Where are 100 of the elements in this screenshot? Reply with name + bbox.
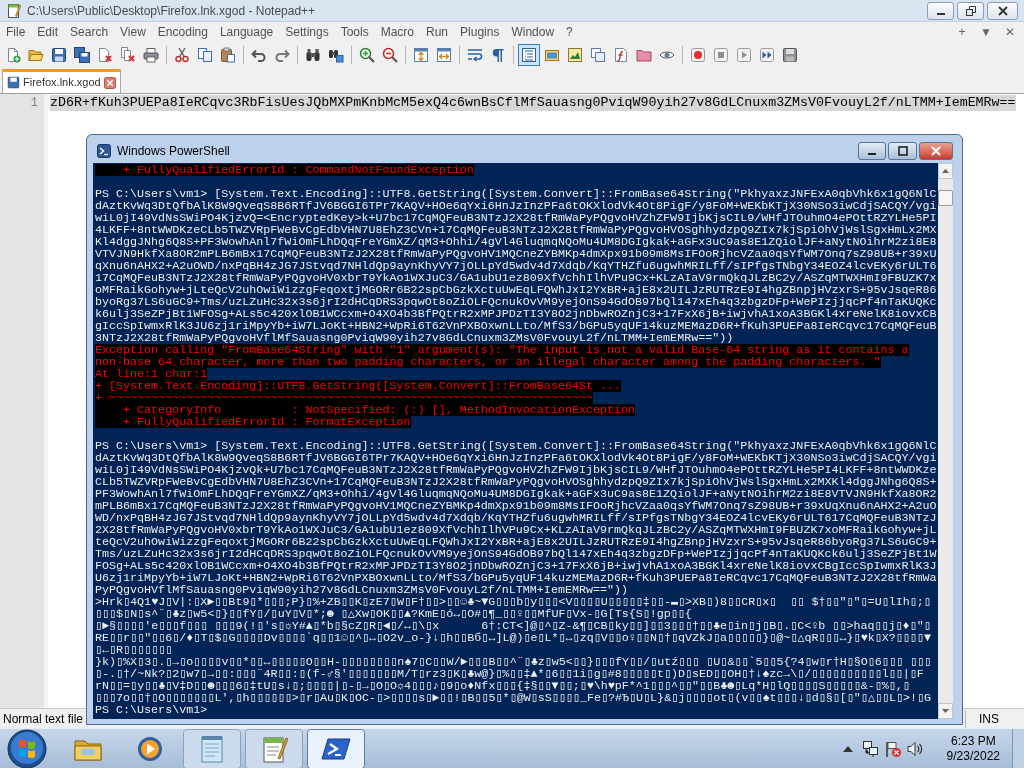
menu-item[interactable]: Search (64, 23, 115, 41)
close-icon (997, 5, 1008, 16)
menu-item[interactable]: Tools (334, 23, 375, 41)
console-line: wiL0jI49VdNsSWiPO4KjzvQk+U7bc17CqMQFeuB3NTzJ2X28tfRmWaPyPQgvoHVZhZFW9IjbKjsCIL9/WHfJTOuhmO4ePOttRZYLHe5PI4LKFF+8ntWWDKze (95, 464, 937, 476)
close-icon (931, 146, 941, 156)
menu-item[interactable]: Plugins (454, 23, 506, 41)
menu-item[interactable]: Edit (31, 23, 65, 41)
printer-icon[interactable] (143, 47, 159, 63)
menu-item[interactable]: Settings (279, 23, 335, 41)
console-line: mPLB6mBx17CqMQFeuB3NTzJ2X28tfRmWaPyPQgvoHV1MQCneZYBMKp4dmXpx91b09m8MsIFOoRjhcVZaa0qsYfWM7Onq7sZ98UB+r39xUqXnu6nAHX2+A2uO (95, 500, 937, 512)
minimize-button[interactable] (858, 142, 886, 160)
console-line: 2X28tfRmWaPyPQgvoHV0xbrT9YkAo1WXJuC3/GA1ubU1ez809XfVchhIlhVPu9Cx+KLzAIaV9rmQkqJLzBC2y/ASZqMTWXHmI9FBUZK7xoMFRaikGohyw+jL (95, 524, 937, 536)
menu-item[interactable]: Language (213, 23, 280, 41)
clipboard-icon[interactable] (220, 47, 236, 63)
folder-icon[interactable] (636, 47, 652, 63)
menu-item[interactable]: Encoding (151, 23, 214, 41)
notepad-icon[interactable] (183, 728, 241, 768)
close-button[interactable] (987, 1, 1018, 20)
console-line: teQcV2uhOwiWizzgFeqoxtjMGORr6B22spCbGzkXctuUwEqLFQWhJxI2YxBR+ajE8x2UILJzRUTRzE9I4hgZBnpjHVzxrS+95vJsqeR86byoRg37LS6uGC9+ (95, 536, 937, 548)
start-orb-icon[interactable] (7, 728, 47, 768)
new-file-icon[interactable] (5, 47, 21, 63)
scrollbar[interactable] (938, 163, 953, 719)
console-line: oMFRaikGohyw+jLteQcV2uhOwiWizzgFeqoxtjMGORr6B22spCbGzkXctuUwEqLFQWhJxI2YxBR+ajE8x2UILJzRUTRzE9I4hgZBnpjHVzxrS+95vJsqeR86 (95, 284, 937, 296)
console-line: ▯▯▯7o▯▯†▯O▯▯▯▯▯▯▯L',▯h▯▯▯▯▯▯>▯r▯Au▯K▯OC-▯>▯▯▯▯s▯►▯▯!▯B▯▯5▯*▯@W▯sS▯▯▯▯_Fe▯?#Ђ▯U▯L}&▯j▯▯▯▯ot▯(v▯▯♠t▯▯▯↓▯d▯§▯[▯"▯△▯▯L▯>!▯G (95, 692, 932, 704)
show-desktop-button[interactable] (1012, 728, 1024, 768)
landscape-picture-icon[interactable] (567, 47, 583, 63)
console-line: gIccSpIwmxRlK3JU6zj1riMpyYb+iW7LJoKt+HBN2+WpRi6T62VnPXBOxwnLLto/MfS3/bGPu5yqUF14kuzMEMazD6R+fKuh3PUEPa8IeRCqvc17CqMQFeuB (95, 320, 937, 332)
console-line: Kl4dggJNhg6Q8S+PF3WowhAnl7fWiOmFLhDQqFreYGmXZ/qM3+Ohhi/4gVl4GluqmqNQoMu4UM8DGIgkak+aGFx3uC9as8E1ZQiolJF+aNytNOihrM2zi8E8 (95, 236, 937, 248)
window-horizontal-arrows-icon[interactable] (436, 47, 452, 63)
clock-time[interactable]: 6:23 PM (950, 733, 996, 749)
menu-item[interactable]: File (0, 23, 32, 41)
clock-date[interactable]: 9/23/2022 (946, 748, 1000, 764)
console-line: WD/nxPqBH4zJG7JStvqd7NHldQp9aynKhyVY7jOLLpYd5wdv4d7Xdqb/KqYTHZfu6ugwhMRILff/sIPfgsTNbgY34EOZ4lcvEKy6rULT617CqMQFeuB3NTzJ (95, 512, 937, 524)
console-line: dAztKvWq3DtQfbAlK8W9QveqS8B6RTfJV6BGGI6TPr7KAQV+HOe6qYxi6HnJzInzPFa6tOKXlodVk4Ot8PigF/y8FoM+WEKbKTjX30NSo3iwCdjSACQY/vgi (95, 452, 937, 464)
zoom-out-icon[interactable] (382, 47, 398, 63)
status-text: INS (979, 710, 999, 728)
scrollbar-thumb[interactable] (938, 190, 953, 206)
function-page-icon[interactable] (613, 47, 629, 63)
notepad-pen-icon[interactable] (245, 728, 303, 768)
menu-item[interactable]: ? (560, 23, 579, 41)
undo-icon[interactable] (251, 47, 267, 63)
close-files-icon[interactable] (120, 47, 136, 63)
fast-forward-icon[interactable] (759, 47, 775, 63)
window-vertical-arrows-icon[interactable] (413, 47, 429, 63)
console-line: PS C:\Users\vm1> [System.Text.Encoding]::UTF8.GetString([System.Convert]::FromBase64String("PkhyaxzJNFExA0qbVhk6x1gQ6NlC (95, 440, 937, 452)
stacked-pages-icon[interactable] (590, 47, 606, 63)
console-line: ▯-.▯†/~Nk?▯2▯w7▯→▯▯:▯▯▯¨4R▯▯:▯(f-♂§'▯▯▯▯▯▯▯M/T▯rz3▯K▯♣w@}▯%▯▯‡▲*▯6▯▯1i▯g▯#8▯▯▯▯▯t▯)D▯sED▯▯OH▯†↓♠zc→\▯/▯▯▯▯▯▯▯▯▯▯l▯▯|▯F (95, 668, 924, 680)
file-tab[interactable]: Firefox.lnk.xgod (2, 69, 121, 93)
close-icon[interactable] (103, 76, 116, 89)
minimize-button[interactable] (927, 1, 954, 20)
restore-button[interactable] (957, 1, 984, 20)
flag-icon[interactable] (884, 740, 901, 757)
floppy-disks-icon[interactable] (74, 47, 90, 63)
close-file-icon[interactable] (97, 47, 113, 63)
indented-lines-icon[interactable] (518, 44, 540, 66)
scroll-up-button[interactable] (938, 163, 953, 179)
window-title: Windows PowerShell (117, 143, 230, 160)
pilcrow-icon[interactable] (490, 47, 506, 63)
console-line: wiL0jI49VdNsSWiPO4KjzvQ=<EncryptedKey>k+U7bc17CqMQFeuB3NTzJ2X28tfRmWaPyPQgvoHVZhZFW9IjbKjsCIL9/WHfJTOuhmO4ePOttRZYLHe5PI (95, 212, 937, 224)
menu-item[interactable]: Macro (374, 23, 420, 41)
zoom-in-icon[interactable] (359, 47, 375, 63)
terminal-prompt-icon (97, 144, 111, 158)
menu-control[interactable]: + (954, 23, 970, 41)
binoculars-icon[interactable] (305, 47, 321, 63)
window-title: C:\Users\Public\Desktop\Firefox.lnk.xgod - Notepad++ (27, 2, 316, 19)
notepad-pen-icon (6, 2, 22, 19)
console-line: ▯►§▯▯▯▯'e▯▯▯f▯▯▯ ▯▯▯9(!▯'s▯☼Y#▲▯*b▯§cZ▯R▯◄▯/↔▯\▯x 6†:CT<]@▯^▯Z-&¶▯CB▯ky▯▯]▯▯3▯▯▯†▯▯♣e▯in▯j▯B▯.▯C<♀b ▯▯>haq▯▯j▯♦▯"▯ (95, 620, 931, 632)
speaker-icon[interactable] (906, 740, 923, 757)
console-line: VTVJN9HkfXa8OR2mPLB6mBx17CqMQFeuB3NTzJ2X28tfRmWaPyPQgvoHV1MQCneZYBMKp4dmXpx91b09m8MsIFOoRjhcVZaa0qsYfWM7Onq7sZ98UB+r39xU (95, 248, 937, 260)
console-line: ▯←▯R▯▯▯▯▯▯▯ (95, 644, 173, 656)
maximize-button[interactable] (888, 142, 917, 160)
word-wrap-icon[interactable] (467, 47, 483, 63)
binoculars-square-icon[interactable] (328, 47, 344, 63)
stop-icon[interactable] (713, 47, 729, 63)
record-icon[interactable] (690, 47, 706, 63)
play-icon[interactable] (736, 47, 752, 63)
menu-control[interactable]: ✕ (1002, 23, 1018, 41)
framed-panel-icon[interactable] (544, 47, 560, 63)
caret-up-icon[interactable] (842, 745, 853, 752)
network-monitors-icon[interactable] (862, 740, 879, 757)
open-folder-icon[interactable] (28, 47, 44, 63)
console-line: PF3WowhAnl7fWiOmFLhDQqFreYGmXZ/qM3+Ohhi/4gVl4GluqmqNQoMu4UM8DGIgkak+aGFx3uC9as8E1ZQiolJF+aNytNOihrM2zi8E8VTVJN9HkfXa8OR2 (95, 488, 937, 500)
scroll-down-button[interactable] (938, 703, 953, 719)
copy-icon[interactable] (197, 47, 213, 63)
menu-item[interactable]: Run (420, 23, 455, 41)
menu-item[interactable]: Window (505, 23, 561, 41)
menu-control[interactable]: ▼ (978, 23, 994, 41)
console-line: }k)▯%X▯3▯.▯→▯o▯▯▯▯v▯▯*▯▯↔▯▯▯▯▯O▯▯H-▯▯▯▯▯▯▯▯n♠7▯C▯▯W/►▯▯▯B▯▯^¨▯♣z▯w5<▯▯}▯▯▯fY▯▯/▯utź▯▯▯ ▯U▯&▯▯`5▯▯5{?4▯w▯r†H▯§O▯6▯▯▯ ▯▯▯ (95, 656, 932, 668)
redo-icon[interactable] (274, 47, 290, 63)
caret-up-icon (942, 169, 949, 173)
status-text: Normal text file (2, 710, 84, 728)
console-line: U6zj1riMpyYb+iW7LJoKt+HBN2+WpRi6T62VnPXBOxwnLLto/MfS3/bGPu5yqUF14kuzMEMazD6R+fKuh3PUEPa8IeRCqvc17CqMQFeuB3NTzJ2X28tfRmWa (95, 572, 937, 584)
console-line: 3NTzJ2X28tfRmWaPyPQgvoHVflMfSauasng0PviqW90yih27v8GdLCnuxm3ZMsV0FvouyL2f/nLTMM+IemEMRw==")) (95, 332, 734, 344)
console-line: Tms/uzLZuHc32x3s6jrI2dHCqDRS3pqwOt8oZiOLFQcnukOvVM9yejOnS94GdOB97bQl147xEh4q3zbgzDFp+WePIzjjqcPf4nTaKUQKck6ulj3SeZPjBt1W (95, 548, 937, 560)
console-line: RE▯▯r▯▯"▯▯6▯/♦▯T▯$▯G▯▯▯▯Dv▯▯▯▯`q▯▯1☺▯^▯↔▯O2v_o-}↓▯h▯▯Bб▯↔]L@)▯e▯L*▯↔▯zq▯V▯▯o♀▯▯N▯†▯qVZkJ▯a▯▯▯▯▯}▯@~▯△qR▯▯▯↔}▯♥k▯X?▯▯▯▯▼ (95, 632, 931, 644)
scissors-icon[interactable] (174, 47, 190, 63)
menu-item[interactable]: View (114, 23, 152, 41)
line-number: 1 (30, 95, 39, 111)
console-line: 17CqMQFeuB3NTzJ2X28tfRmWaPyPQgvoHV0xbrT9YkAo1WXJuC3/GA1ubU1ez809XfVchhIlhVPu9Cx+KLzAIaV9rmQkqJLzBC2y/ASZqMTWXHmI9FBUZK7x (95, 272, 937, 284)
terminal-prompt-icon[interactable] (307, 728, 365, 768)
